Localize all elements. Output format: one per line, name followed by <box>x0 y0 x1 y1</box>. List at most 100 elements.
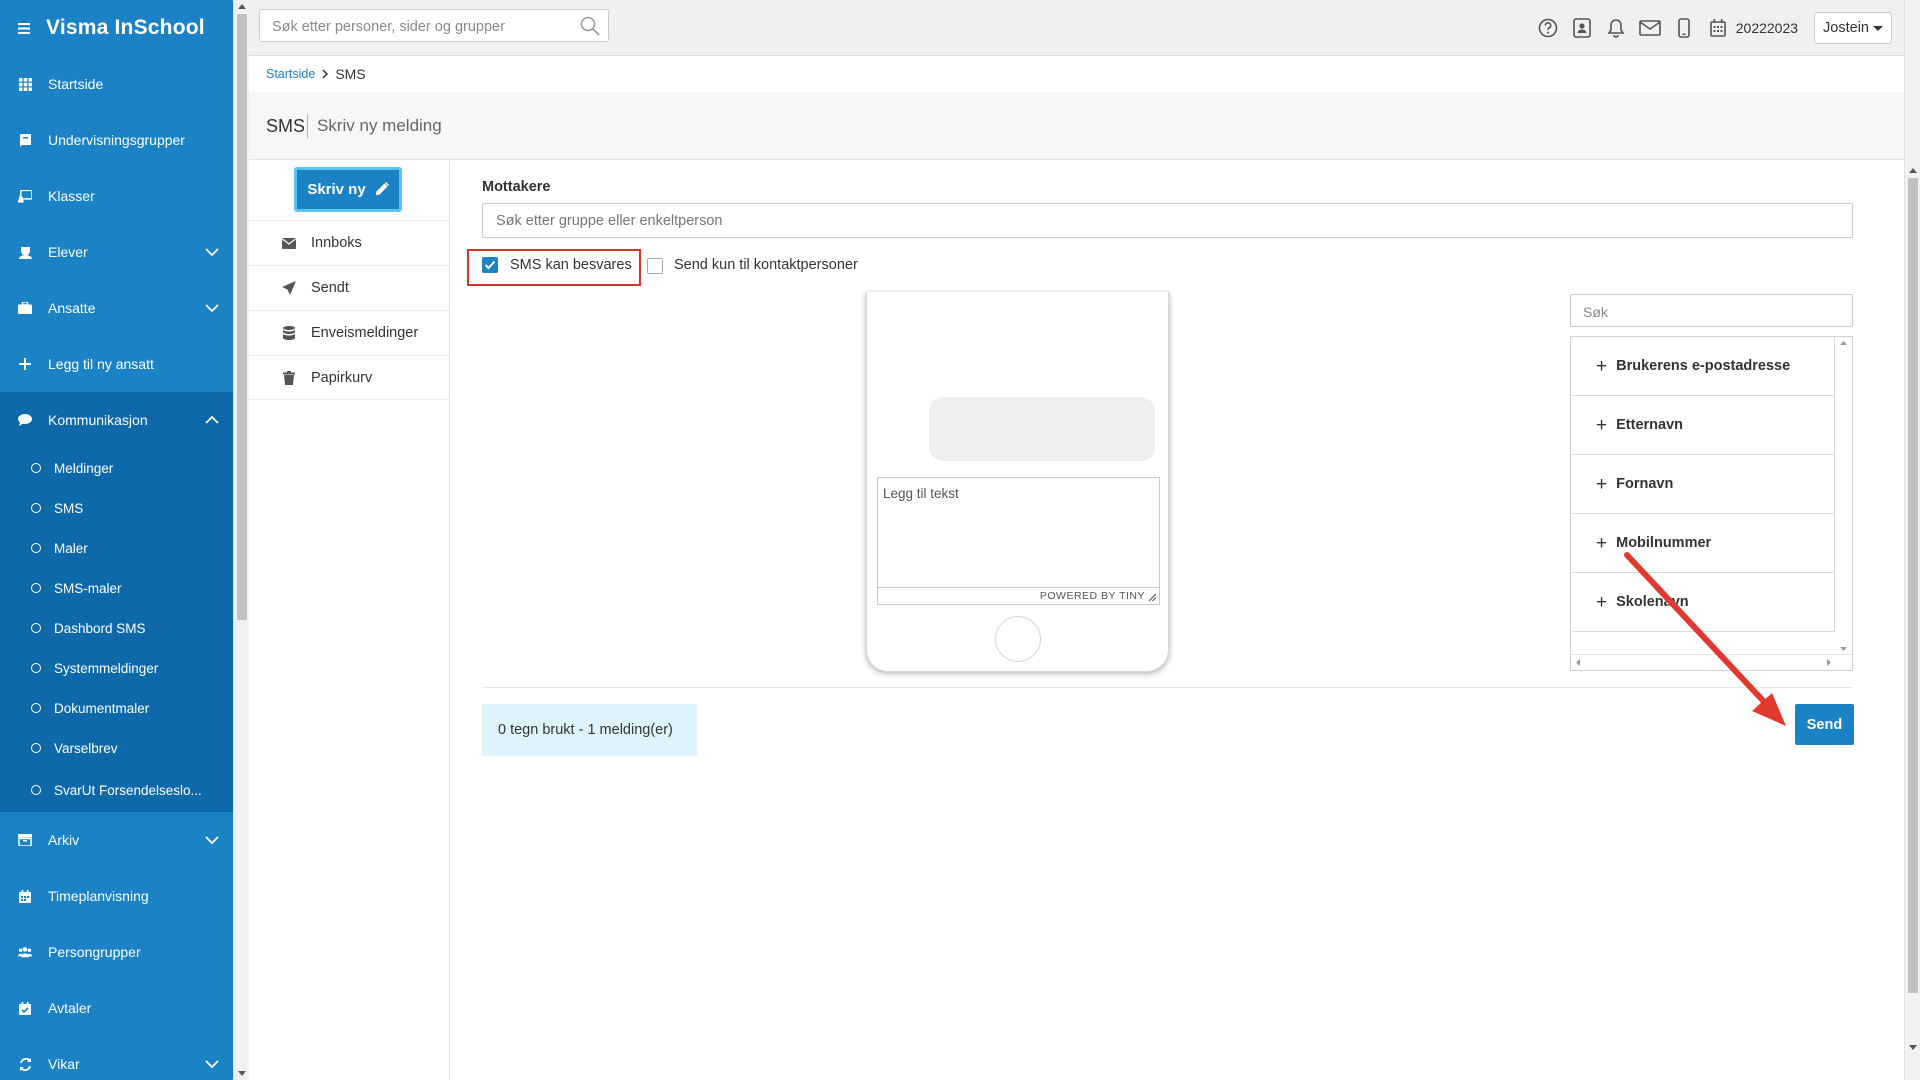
placeholder-item[interactable]: + Etternavn <box>1572 396 1835 455</box>
sidebar-sub-sms-maler[interactable]: SMS-maler <box>0 568 233 608</box>
placeholder-item[interactable]: + Skolenavn <box>1572 573 1835 632</box>
phone-home-button <box>995 616 1041 662</box>
sidebar-item-arkiv[interactable]: Arkiv <box>0 812 233 868</box>
scroll-down-arrow-icon[interactable] <box>238 1071 246 1076</box>
plus-icon: + <box>1596 473 1608 495</box>
scroll-right-arrow-icon[interactable] <box>1822 655 1834 670</box>
placeholder-item[interactable]: + Brukerens e-postadresse <box>1572 337 1835 396</box>
sidebar-sub-varselbrev[interactable]: Varselbrev <box>0 728 233 768</box>
calendar-icon[interactable] <box>1706 16 1730 40</box>
sidebar-sub-label: SMS-maler <box>54 580 122 596</box>
recipients-label: Mottakere <box>482 179 551 195</box>
page-scrollbar[interactable] <box>1904 0 1920 1080</box>
chalkboard-icon <box>18 189 32 203</box>
sidebar-sub-dokumentmaler[interactable]: Dokumentmaler <box>0 688 233 728</box>
sidebar-item-label: Vikar <box>48 1056 80 1072</box>
sidebar-sub-label: SvarUt Forsendelseslo... <box>54 782 202 798</box>
envelope-icon[interactable] <box>1638 16 1662 40</box>
placeholder-item[interactable]: + Fornavn <box>1572 455 1835 514</box>
new-message-button[interactable]: Skriv ny <box>294 167 402 212</box>
user-menu-button[interactable]: Jostein <box>1814 12 1892 44</box>
page-title: SMS <box>266 116 306 136</box>
contacts-only-label[interactable]: Send kun til kontaktpersoner <box>674 257 858 273</box>
circle-icon <box>31 463 41 473</box>
checkmark-icon <box>484 260 496 270</box>
sidebar-item-label: Ansatte <box>48 300 96 316</box>
subnav-item-innboks[interactable]: Innboks <box>249 220 449 265</box>
resize-grip-icon[interactable] <box>1148 593 1157 602</box>
hamburger-icon[interactable] <box>18 22 30 34</box>
subnav-item-papirkurv[interactable]: Papirkurv <box>249 355 449 400</box>
message-editor[interactable]: Legg til tekst POWERED BY TINY <box>877 477 1160 605</box>
sidebar-item-legg-til-ny-ansatt[interactable]: Legg til ny ansatt <box>0 336 233 392</box>
sidebar-item-startside[interactable]: Startside <box>0 56 233 112</box>
circle-icon <box>31 703 41 713</box>
sidebar-item-elever[interactable]: Elever <box>0 224 233 280</box>
editor-brand[interactable]: POWERED BY TINY <box>1040 590 1145 602</box>
sms-reply-label[interactable]: SMS kan besvares <box>510 257 632 273</box>
scroll-left-arrow-icon[interactable] <box>1573 655 1585 670</box>
sidebar-item-vikar[interactable]: Vikar <box>0 1036 233 1080</box>
contacts-only-checkbox[interactable] <box>647 258 663 274</box>
sidebar-sub-meldinger[interactable]: Meldinger <box>0 448 233 488</box>
chevron-right-icon <box>322 69 329 79</box>
subnav-item-label: Innboks <box>311 235 362 251</box>
sidebar-item-timeplanvisning[interactable]: Timeplanvisning <box>0 868 233 924</box>
circle-icon <box>31 543 41 553</box>
help-icon[interactable] <box>1536 16 1560 40</box>
chevron-down-icon[interactable] <box>205 303 219 313</box>
sidebar-item-klasser[interactable]: Klasser <box>0 168 233 224</box>
plus-icon: + <box>1596 532 1608 554</box>
subnav-item-sendt[interactable]: Sendt <box>249 265 449 310</box>
pencil-icon <box>375 182 389 195</box>
breadcrumb-home-link[interactable]: Startside <box>266 67 315 81</box>
placeholder-list-vscroll[interactable] <box>1835 337 1852 655</box>
sidebar-sub-dashbord-sms[interactable]: Dashbord SMS <box>0 608 233 648</box>
sidebar-sub-systemmeldinger[interactable]: Systemmeldinger <box>0 648 233 688</box>
sidebar-item-persongrupper[interactable]: Persongrupper <box>0 924 233 980</box>
school-year[interactable]: 20222023 <box>1736 20 1798 36</box>
chevron-up-icon[interactable] <box>205 415 219 425</box>
contact-card-icon[interactable] <box>1570 16 1594 40</box>
sidebar-sub-maler[interactable]: Maler <box>0 528 233 568</box>
sms-reply-checkbox[interactable] <box>482 257 498 273</box>
plus-icon <box>18 357 32 371</box>
sidebar-sub-label: Dokumentmaler <box>54 700 150 716</box>
scroll-down-arrow-icon[interactable] <box>1909 1045 1917 1050</box>
character-counter: 0 tegn brukt - 1 melding(er) <box>482 704 697 756</box>
sidebar-item-undervisningsgrupper[interactable]: Undervisningsgrupper <box>0 112 233 168</box>
placeholder-search-input[interactable]: Søk <box>1570 294 1853 327</box>
scroll-up-arrow-icon[interactable] <box>1835 337 1852 349</box>
chevron-down-icon[interactable] <box>205 835 219 845</box>
bell-icon[interactable] <box>1604 16 1628 40</box>
sidebar-sub-label: SMS <box>54 500 84 516</box>
editor-placeholder: Legg til tekst <box>883 486 959 501</box>
scroll-up-arrow-icon[interactable] <box>238 4 246 9</box>
sidebar-sub-label: Maler <box>54 540 88 556</box>
scroll-up-arrow-icon[interactable] <box>1909 168 1917 173</box>
scrollbar-thumb[interactable] <box>237 14 247 620</box>
placeholder-list-hscroll[interactable] <box>1571 654 1852 670</box>
sidebar-item-avtaler[interactable]: Avtaler <box>0 980 233 1036</box>
swap-icon <box>18 1057 32 1071</box>
plus-icon: + <box>1596 591 1608 613</box>
chevron-down-icon[interactable] <box>205 247 219 257</box>
recipients-input[interactable]: Søk etter gruppe eller enkeltperson <box>482 203 1853 238</box>
send-button[interactable]: Send <box>1795 704 1854 745</box>
sidebar-sub-sms[interactable]: SMS <box>0 488 233 528</box>
page-subtitle: Skriv ny melding <box>317 116 442 135</box>
student-icon <box>18 245 32 259</box>
sidebar-sub-svarut[interactable]: SvarUt Forsendelseslo... <box>0 768 233 812</box>
page-scrollbar-thumb[interactable] <box>1908 178 1918 993</box>
paper-plane-icon <box>281 281 297 295</box>
search-icon[interactable] <box>580 16 600 36</box>
global-search-input[interactable]: Søk etter personer, sider og grupper <box>259 9 609 42</box>
mobile-phone-icon[interactable] <box>1672 16 1696 40</box>
editor-statusbar: POWERED BY TINY <box>878 587 1159 604</box>
chevron-down-icon[interactable] <box>205 1059 219 1069</box>
placeholder-item[interactable]: + Mobilnummer <box>1572 514 1835 573</box>
subnav-item-enveismeldinger[interactable]: Enveismeldinger <box>249 310 449 355</box>
sidebar-item-ansatte[interactable]: Ansatte <box>0 280 233 336</box>
sidebar-scrollbar[interactable] <box>233 0 249 1080</box>
sidebar-item-kommunikasjon[interactable]: Kommunikasjon <box>0 392 233 448</box>
